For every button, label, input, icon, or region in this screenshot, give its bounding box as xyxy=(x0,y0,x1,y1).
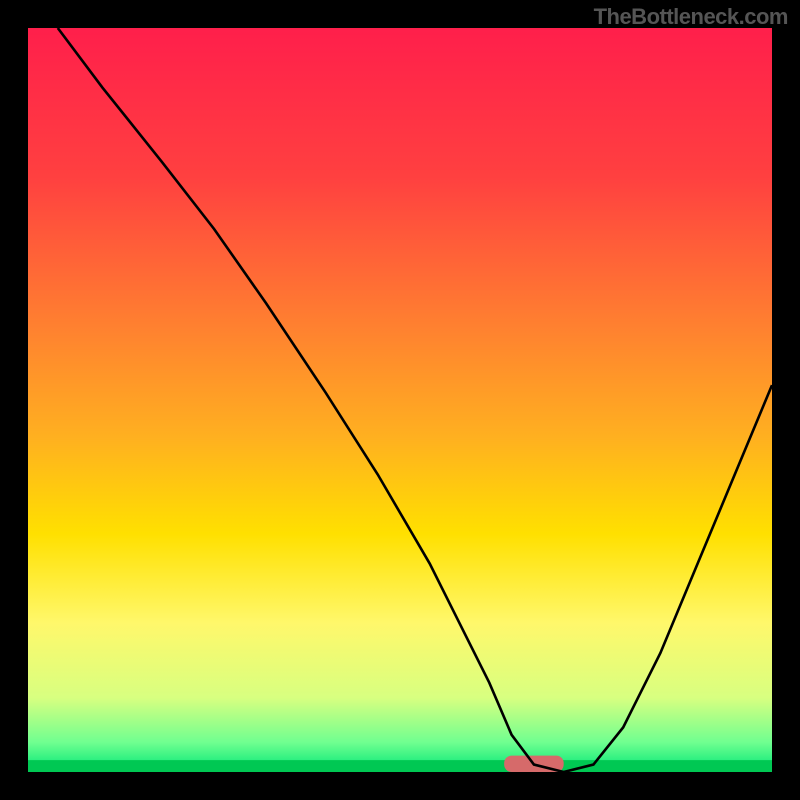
gradient-background xyxy=(28,28,772,772)
attribution-text: TheBottleneck.com xyxy=(594,4,788,30)
plot-area xyxy=(28,28,772,772)
chart-frame xyxy=(28,28,772,772)
chart-svg xyxy=(28,28,772,772)
